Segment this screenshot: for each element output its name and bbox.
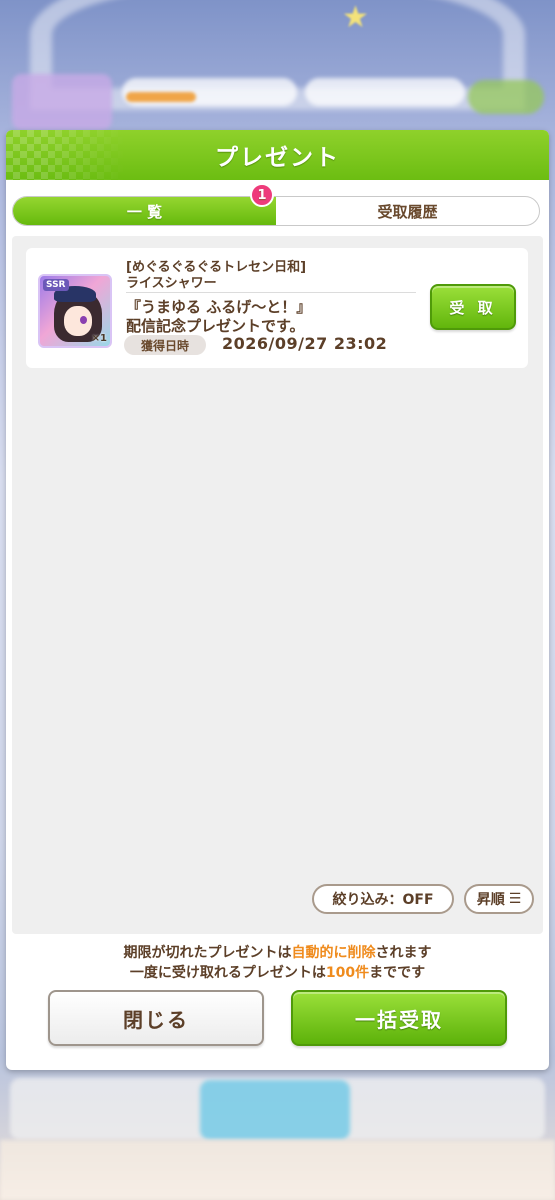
background-currency-bar — [305, 78, 465, 106]
tab-list[interactable]: 一 覧 1 — [13, 183, 276, 225]
notification-badge: 1 — [250, 183, 274, 207]
expiry-note: 期限が切れたプレゼントは自動的に削除されます — [6, 942, 549, 962]
tab-list-label: 一 覧 — [126, 202, 163, 221]
star-icon: ★ — [342, 0, 369, 35]
background-dock-center — [200, 1080, 350, 1140]
background-stamina-fill — [126, 92, 196, 102]
tab-history-label: 受取履歴 — [377, 202, 438, 221]
rarity-badge: SSR — [43, 279, 69, 291]
expiry-note-highlight: 自動的に削除 — [291, 945, 376, 961]
support-card-icon: SSR ×1 — [38, 274, 112, 348]
chara-face — [64, 306, 92, 336]
dialog-header: プレゼント — [6, 130, 549, 180]
limit-note-suffix: までです — [369, 965, 426, 981]
present-dialog: プレゼント 一 覧 1 受取履歴 SSR ×1 [めぐるぐるぐるトレセン日和] … — [6, 130, 549, 1070]
sort-button[interactable]: 昇順 ☰ — [464, 884, 534, 914]
list-item: SSR ×1 [めぐるぐるぐるトレセン日和] ライスシャワー 『うまゆる ふるげ… — [26, 248, 528, 368]
receive-all-button[interactable]: 一括受取 — [291, 990, 507, 1046]
tab-history[interactable]: 受取履歴 — [276, 197, 539, 225]
limit-note-highlight: 100件 — [325, 965, 370, 981]
background-menu-pill — [468, 80, 544, 114]
close-button[interactable]: 閉じる — [48, 990, 264, 1046]
header-pattern — [6, 130, 126, 180]
divider — [126, 292, 416, 293]
present-list[interactable]: SSR ×1 [めぐるぐるぐるトレセン日和] ライスシャワー 『うまゆる ふるげ… — [12, 236, 543, 934]
expiry-note-text: 期限が切れたプレゼントは — [123, 945, 292, 961]
item-description: 『うまゆる ふるげ〜と！』 — [126, 298, 312, 316]
acquired-date-label: 獲得日時 — [124, 335, 206, 355]
list-sort-icon: ☰ — [508, 891, 522, 907]
acquired-date-value: 2026/09/27 23:02 — [222, 334, 388, 353]
expiry-note-suffix: されます — [375, 945, 432, 961]
background-floor — [0, 1140, 555, 1200]
background-event-banner — [12, 74, 112, 130]
item-description-2: 配信記念プレゼントです。 — [126, 317, 305, 335]
chara-eye — [80, 316, 87, 324]
item-quantity: ×1 — [91, 333, 107, 344]
dialog-title: プレゼント — [215, 145, 340, 171]
receive-button[interactable]: 受 取 — [430, 284, 516, 330]
limit-note: 一度に受け取れるプレゼントは100件までです — [6, 962, 549, 982]
item-character-name: ライスシャワー — [126, 276, 217, 291]
present-tabs: 一 覧 1 受取履歴 — [12, 183, 540, 226]
limit-note-text: 一度に受け取れるプレゼントは — [129, 965, 326, 981]
sort-label: 昇順 — [476, 892, 505, 908]
filter-button[interactable]: 絞り込み：OFF — [312, 884, 454, 914]
